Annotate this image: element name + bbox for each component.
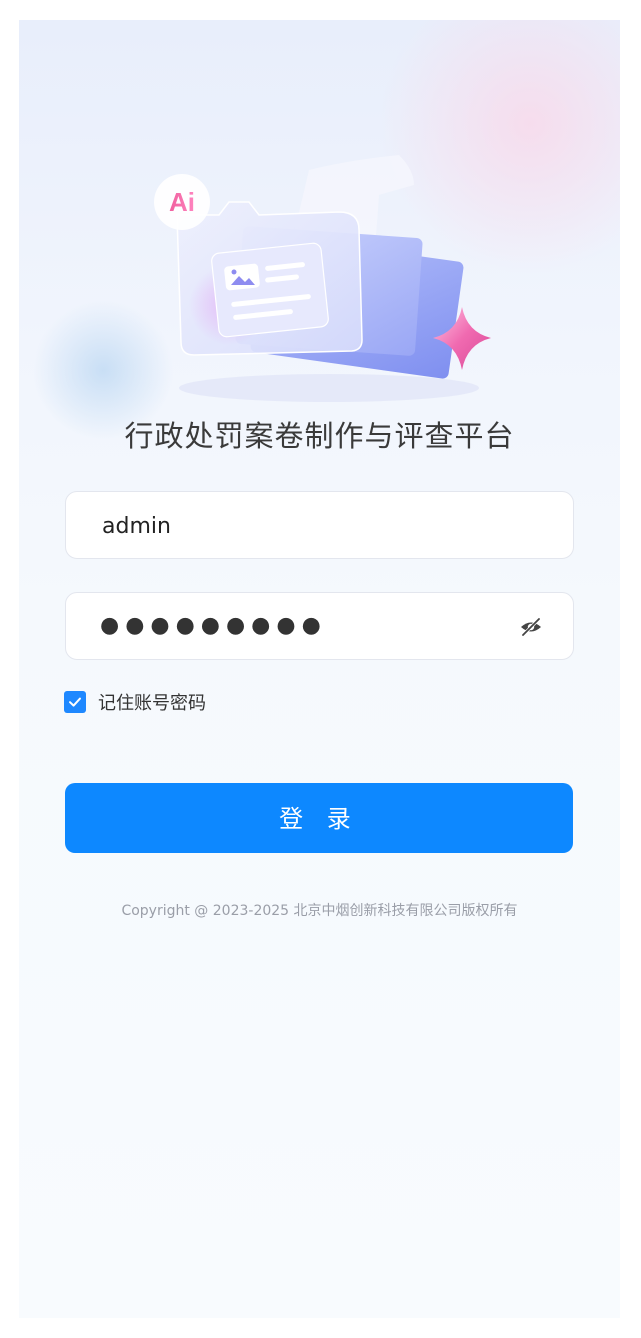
username-field[interactable] (65, 491, 574, 560)
hero-illustration: Ai (154, 155, 491, 402)
login-screen: Ai 行政处罚案卷制作与评查平台 ●●●●●●●●● 记住账号密码 登 录 Co… (19, 20, 620, 1318)
password-field[interactable]: ●●●●●●●●● (65, 592, 574, 660)
login-button[interactable]: 登 录 (65, 783, 573, 853)
ai-logo-text: Ai (169, 187, 195, 217)
checkmark-icon (69, 697, 81, 707)
username-input[interactable] (100, 492, 504, 560)
remember-checkbox[interactable] (64, 691, 86, 713)
remember-me[interactable]: 记住账号密码 (64, 690, 206, 714)
copyright-text: Copyright @ 2023-2025 北京中烟创新科技有限公司版权所有 (121, 903, 518, 919)
remember-label: 记住账号密码 (98, 693, 206, 714)
eye-off-icon[interactable] (519, 615, 543, 639)
page-title: 行政处罚案卷制作与评查平台 (124, 419, 515, 453)
password-input[interactable]: ●●●●●●●●● (100, 593, 327, 659)
